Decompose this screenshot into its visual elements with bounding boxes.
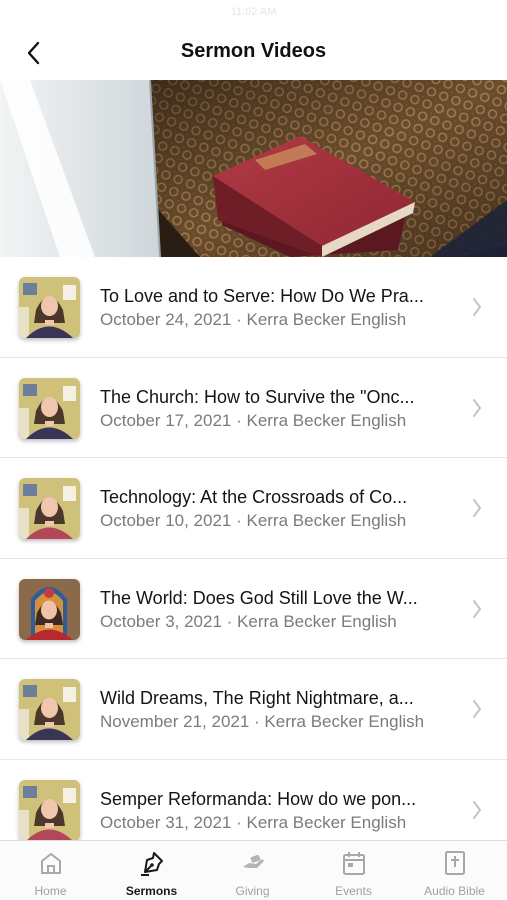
sermon-meta: October 17, 2021 · Kerra Becker English: [100, 410, 407, 430]
tab-home[interactable]: Home: [0, 841, 101, 900]
status-bar: 11:02 AM: [0, 0, 507, 26]
tab-label: Sermons: [125, 884, 178, 898]
sermon-meta: October 3, 2021 · Kerra Becker English: [100, 611, 397, 631]
giving-icon: [243, 854, 264, 868]
video-thumbnail: [19, 578, 80, 640]
pen-nib-icon: [141, 852, 163, 876]
video-thumbnail: [19, 478, 80, 539]
list-item[interactable]: The World: Does God Still Love the W... …: [0, 559, 507, 659]
list-item[interactable]: The Church: How to Survive the "Onc... O…: [0, 358, 507, 458]
tab-audio-bible[interactable]: Audio Bible: [404, 841, 505, 900]
sermon-title: The World: Does God Still Love the W...: [100, 587, 418, 608]
chevron-right-icon: [473, 298, 481, 316]
sermon-title: Technology: At the Crossroads of Co...: [100, 487, 408, 507]
hero-image: [0, 80, 507, 257]
chevron-right-icon: [473, 700, 481, 718]
chevron-right-icon: [473, 398, 481, 417]
status-time: 11:02 AM: [230, 6, 277, 18]
page-title: Sermon Videos: [180, 40, 327, 62]
video-thumbnail: [19, 679, 80, 740]
sermon-title: To Love and to Serve: How Do We Pra...: [100, 286, 424, 306]
sermon-list: To Love and to Serve: How Do We Pra... O…: [0, 257, 507, 840]
video-thumbnail: [19, 377, 80, 439]
tab-events[interactable]: Events: [303, 841, 404, 900]
nav-bar: Sermon Videos: [0, 26, 507, 80]
tab-bar: Home Sermons Giving Events Audio Bible: [0, 840, 507, 900]
chevron-right-icon: [473, 599, 481, 618]
calendar-icon: [343, 852, 365, 875]
video-thumbnail: [19, 277, 80, 338]
list-item[interactable]: To Love and to Serve: How Do We Pra... O…: [0, 257, 507, 358]
tab-label: Events: [335, 884, 372, 898]
chevron-right-icon: [473, 800, 481, 819]
video-thumbnail: [19, 779, 80, 840]
home-icon: [41, 853, 61, 874]
sermon-meta: October 31, 2021 · Kerra Becker English: [100, 812, 407, 832]
sermon-title: Semper Reformanda: How do we pon...: [100, 788, 417, 809]
bible-icon: [445, 851, 465, 875]
sermon-meta: October 10, 2021 · Kerra Becker English: [100, 511, 407, 530]
sermon-meta: November 21, 2021 · Kerra Becker English: [100, 712, 425, 731]
chevron-right-icon: [473, 499, 481, 517]
tab-label: Giving: [235, 884, 270, 898]
tab-sermons[interactable]: Sermons: [101, 841, 202, 900]
sermon-meta: October 24, 2021 · Kerra Becker English: [100, 310, 407, 329]
list-item[interactable]: Wild Dreams, The Right Nightmare, a... N…: [0, 659, 507, 760]
list-item[interactable]: Semper Reformanda: How do we pon... Octo…: [0, 760, 507, 840]
tab-label: Home: [34, 884, 67, 898]
sermon-title: The Church: How to Survive the "Onc...: [100, 386, 415, 407]
bible-on-pew-photo: [0, 80, 507, 257]
tab-label: Audio Bible: [424, 884, 485, 898]
sermon-title: Wild Dreams, The Right Nightmare, a...: [100, 688, 414, 708]
list-item[interactable]: Technology: At the Crossroads of Co... O…: [0, 458, 507, 559]
tab-giving[interactable]: Giving: [202, 841, 303, 900]
